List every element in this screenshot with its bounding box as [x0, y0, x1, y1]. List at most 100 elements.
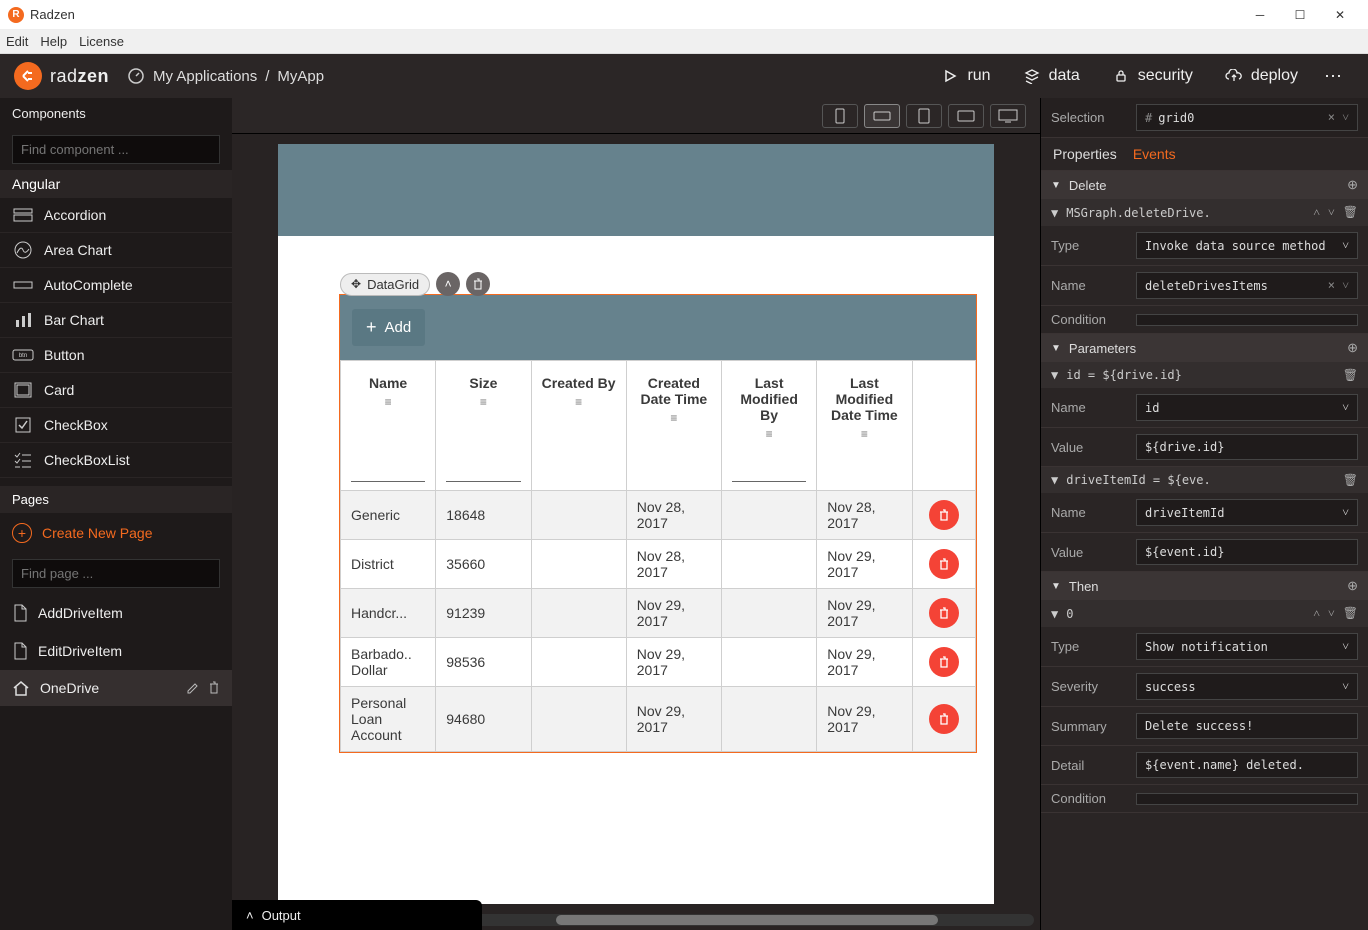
breadcrumb-root[interactable]: My Applications	[153, 68, 257, 85]
col-created[interactable]: Created Date Time≡	[626, 361, 721, 491]
then0-severity[interactable]: success˅	[1136, 673, 1358, 700]
scrollbar-thumb[interactable]	[556, 915, 938, 925]
param1-name[interactable]: id˅	[1136, 394, 1358, 421]
maximize-button[interactable]: ☐	[1280, 0, 1320, 30]
output-panel-tab[interactable]: ˄ Output	[232, 900, 482, 930]
chip-delete-button[interactable]	[466, 272, 490, 296]
delete-page-icon[interactable]	[208, 681, 220, 695]
trash-icon[interactable]: 🗑	[1343, 606, 1358, 621]
component-item-checkbox[interactable]: CheckBox	[0, 408, 232, 443]
pages-search-input[interactable]	[12, 559, 220, 588]
row-delete-button[interactable]	[929, 500, 959, 530]
component-item-autocomplete[interactable]: AutoComplete	[0, 268, 232, 303]
row-delete-button[interactable]	[929, 549, 959, 579]
then0-summary[interactable]: Delete success!	[1136, 713, 1358, 739]
filter-input[interactable]	[351, 480, 425, 482]
add-icon[interactable]: ⊕	[1347, 177, 1358, 193]
chevron-down-icon[interactable]: ˅	[1328, 606, 1335, 621]
row-delete-button[interactable]	[929, 704, 959, 734]
device-phone-landscape[interactable]	[864, 104, 900, 128]
tab-properties[interactable]: Properties	[1053, 146, 1117, 162]
datagrid-component[interactable]: + Add Name≡ Size≡ Created By≡ Created Da…	[339, 294, 977, 753]
edit-page-icon[interactable]	[186, 681, 200, 695]
device-phone-portrait[interactable]	[822, 104, 858, 128]
close-button[interactable]: ✕	[1320, 0, 1360, 30]
cell-size: 98536	[436, 638, 531, 687]
col-name[interactable]: Name≡	[341, 361, 436, 491]
table-row[interactable]: District35660Nov 28, 2017Nov 29, 2017	[341, 540, 976, 589]
security-button[interactable]: security	[1096, 67, 1209, 85]
param2-header[interactable]: ▼ driveItemId = ${eve. 🗑	[1041, 467, 1368, 493]
component-item-button[interactable]: btnButton	[0, 338, 232, 373]
component-item-barchart[interactable]: Bar Chart	[0, 303, 232, 338]
page-item-adddriveitem[interactable]: AddDriveItem	[0, 594, 232, 632]
component-item-datagrid[interactable]: DataGrid	[0, 478, 232, 486]
param1-value[interactable]: ${drive.id}	[1136, 434, 1358, 460]
device-toolbar	[232, 98, 1040, 134]
handler-row[interactable]: ▼ MSGraph.deleteDrive. ˄ ˅ 🗑	[1041, 199, 1368, 226]
deploy-button[interactable]: deploy	[1209, 67, 1314, 85]
param2-value[interactable]: ${event.id}	[1136, 539, 1358, 565]
tab-events[interactable]: Events	[1133, 146, 1176, 162]
data-button[interactable]: data	[1007, 67, 1096, 85]
page-item-editdriveitem[interactable]: EditDriveItem	[0, 632, 232, 670]
device-tablet-landscape[interactable]	[948, 104, 984, 128]
then0-type[interactable]: Show notification˅	[1136, 633, 1358, 660]
component-item-accordion[interactable]: Accordion	[0, 198, 232, 233]
run-button[interactable]: run	[925, 67, 1006, 85]
table-row[interactable]: Handcr...91239Nov 29, 2017Nov 29, 2017	[341, 589, 976, 638]
trash-icon[interactable]: 🗑	[1343, 368, 1358, 382]
col-modifiedby[interactable]: Last Modified By≡	[722, 361, 817, 491]
design-canvas[interactable]: ✥ DataGrid ˄ + Add	[278, 144, 994, 904]
then0-header[interactable]: ▼ 0 ˄ ˅ 🗑	[1041, 600, 1368, 627]
breadcrumb-app[interactable]: MyApp	[277, 68, 324, 85]
selection-picker[interactable]: #grid0 × ˅	[1136, 104, 1358, 131]
component-item-card[interactable]: Card	[0, 373, 232, 408]
then0-condition[interactable]	[1136, 793, 1358, 805]
cell-modifiedBy	[722, 687, 817, 752]
menu-help[interactable]: Help	[40, 34, 67, 49]
row-delete-button[interactable]	[929, 647, 959, 677]
selection-chip[interactable]: ✥ DataGrid	[340, 273, 430, 296]
add-button[interactable]: + Add	[352, 309, 425, 346]
page-item-onedrive[interactable]: OneDrive	[0, 670, 232, 706]
table-row[interactable]: Generic18648Nov 28, 2017Nov 28, 2017	[341, 491, 976, 540]
chevron-up-icon[interactable]: ˄	[1313, 606, 1320, 621]
section-then[interactable]: ▼ Then ⊕	[1041, 572, 1368, 600]
col-modified[interactable]: Last Modified Date Time≡	[817, 361, 912, 491]
breadcrumb[interactable]: My Applications / MyApp	[127, 67, 324, 85]
create-page-button[interactable]: + Create New Page	[0, 513, 232, 553]
col-size[interactable]: Size≡	[436, 361, 531, 491]
menu-license[interactable]: License	[79, 34, 124, 49]
trash-icon[interactable]: 🗑	[1343, 473, 1358, 487]
filter-input[interactable]	[732, 480, 806, 482]
section-delete[interactable]: ▼ Delete ⊕	[1041, 171, 1368, 199]
chevron-down-icon[interactable]: ˅	[1328, 205, 1335, 220]
device-desktop[interactable]	[990, 104, 1026, 128]
then0-detail[interactable]: ${event.name} deleted.	[1136, 752, 1358, 778]
chip-collapse-button[interactable]: ˄	[436, 272, 460, 296]
trash-icon[interactable]: 🗑	[1343, 205, 1358, 220]
device-tablet-portrait[interactable]	[906, 104, 942, 128]
col-createdby[interactable]: Created By≡	[531, 361, 626, 491]
component-item-areachart[interactable]: Area Chart	[0, 233, 232, 268]
condition-input[interactable]	[1136, 314, 1358, 326]
name-select[interactable]: deleteDrivesItems× ˅	[1136, 272, 1358, 299]
chevron-up-icon[interactable]: ˄	[1313, 205, 1320, 220]
row-delete-button[interactable]	[929, 598, 959, 628]
more-menu-button[interactable]: ⋯	[1314, 66, 1354, 87]
table-row[interactable]: Barbado.. Dollar98536Nov 29, 2017Nov 29,…	[341, 638, 976, 687]
section-parameters[interactable]: ▼ Parameters ⊕	[1041, 334, 1368, 362]
add-icon[interactable]: ⊕	[1347, 578, 1358, 594]
component-item-checkboxlist[interactable]: CheckBoxList	[0, 443, 232, 478]
param2-name[interactable]: driveItemId˅	[1136, 499, 1358, 526]
type-select[interactable]: Invoke data source method˅	[1136, 232, 1358, 259]
param1-header[interactable]: ▼ id = ${drive.id} 🗑	[1041, 362, 1368, 388]
menu-edit[interactable]: Edit	[6, 34, 28, 49]
components-search-input[interactable]	[12, 135, 220, 164]
filter-input[interactable]	[446, 480, 520, 482]
table-row[interactable]: Personal Loan Account94680Nov 29, 2017No…	[341, 687, 976, 752]
components-category[interactable]: Angular	[0, 170, 232, 198]
minimize-button[interactable]: ─	[1240, 0, 1280, 30]
add-icon[interactable]: ⊕	[1347, 340, 1358, 356]
